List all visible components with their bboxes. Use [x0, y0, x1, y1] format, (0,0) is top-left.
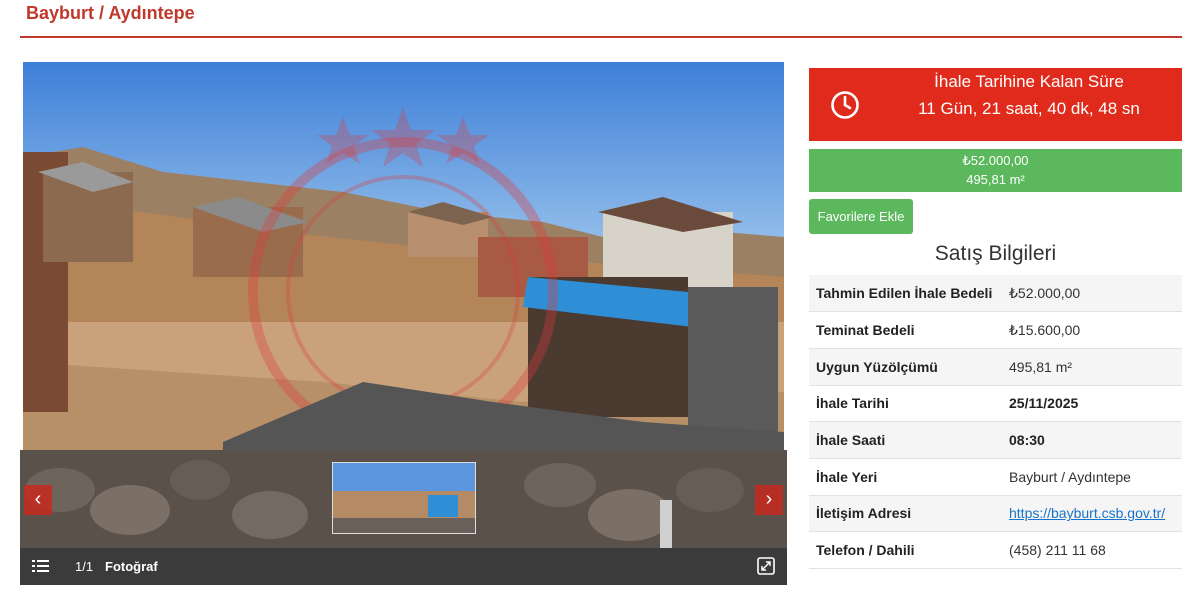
title-divider [20, 36, 1182, 38]
sales-info-table: Tahmin Edilen İhale Bedeli ₺52.000,00 Te… [809, 275, 1182, 569]
table-row: İhale Yeri Bayburt / Aydıntepe [809, 458, 1182, 496]
row-label: Telefon / Dahili [809, 531, 1002, 569]
price-summary: ₺52.000,00 495,81 m² [809, 149, 1182, 192]
expand-icon[interactable] [757, 557, 775, 575]
row-value: https://bayburt.csb.gov.tr/ [1002, 495, 1182, 533]
countdown-time: 11 Gün, 21 saat, 40 dk, 48 sn [918, 99, 1140, 118]
row-label: İletişim Adresi [809, 495, 1002, 533]
gallery-next-button[interactable]: › [755, 485, 783, 515]
list-icon[interactable] [32, 557, 50, 575]
gallery-toolbar: 1/1 Fotoğraf [20, 548, 787, 585]
row-value: 495,81 m² [1002, 348, 1182, 386]
chevron-right-icon: › [765, 488, 773, 510]
chevron-left-icon: ‹ [34, 488, 42, 510]
row-value: 25/11/2025 [1002, 385, 1182, 423]
photo-label: Fotoğraf [105, 559, 158, 574]
sales-info-title: Satış Bilgileri [934, 242, 1057, 265]
table-row: Telefon / Dahili (458) 211 11 68 [809, 531, 1182, 569]
price-area: 495,81 m² [966, 172, 1025, 187]
table-row: İhale Tarihi 25/11/2025 [809, 385, 1182, 423]
clock-icon [831, 91, 859, 119]
page-title: Bayburt / Aydıntepe [26, 3, 195, 23]
add-to-favorites-button[interactable]: Favorilere Ekle [809, 199, 913, 234]
row-label: İhale Saati [809, 421, 1002, 459]
auction-countdown: İhale Tarihine Kalan Süre 11 Gün, 21 saa… [809, 68, 1182, 141]
main-photo[interactable] [23, 62, 784, 450]
row-value: 08:30 [1002, 421, 1182, 459]
thumbnail-image[interactable] [332, 462, 476, 534]
table-row: İletişim Adresi https://bayburt.csb.gov.… [809, 495, 1182, 533]
village-photo [23, 62, 784, 450]
row-label: İhale Tarihi [809, 385, 1002, 423]
row-label: Tahmin Edilen İhale Bedeli [809, 275, 1002, 313]
table-row: Tahmin Edilen İhale Bedeli ₺52.000,00 [809, 275, 1182, 313]
price-amount: ₺52.000,00 [962, 153, 1029, 168]
row-label: İhale Yeri [809, 458, 1002, 496]
table-row: Uygun Yüzölçümü 495,81 m² [809, 348, 1182, 386]
row-value: ₺15.600,00 [1002, 311, 1182, 349]
row-label: Uygun Yüzölçümü [809, 348, 1002, 386]
gallery-prev-button[interactable]: ‹ [24, 485, 52, 515]
row-value: (458) 211 11 68 [1002, 531, 1182, 569]
table-row: İhale Saati 08:30 [809, 421, 1182, 459]
row-value: Bayburt / Aydıntepe [1002, 458, 1182, 496]
countdown-title: İhale Tarihine Kalan Süre [934, 72, 1124, 91]
table-row: Teminat Bedeli ₺15.600,00 [809, 311, 1182, 349]
photo-counter: 1/1 [75, 559, 94, 574]
row-label: Teminat Bedeli [809, 311, 1002, 349]
contact-address-link[interactable]: https://bayburt.csb.gov.tr/ [1009, 505, 1165, 521]
row-value: ₺52.000,00 [1002, 275, 1182, 313]
photo-gallery: ‹ › 1/1 Fotoğraf [20, 60, 787, 585]
